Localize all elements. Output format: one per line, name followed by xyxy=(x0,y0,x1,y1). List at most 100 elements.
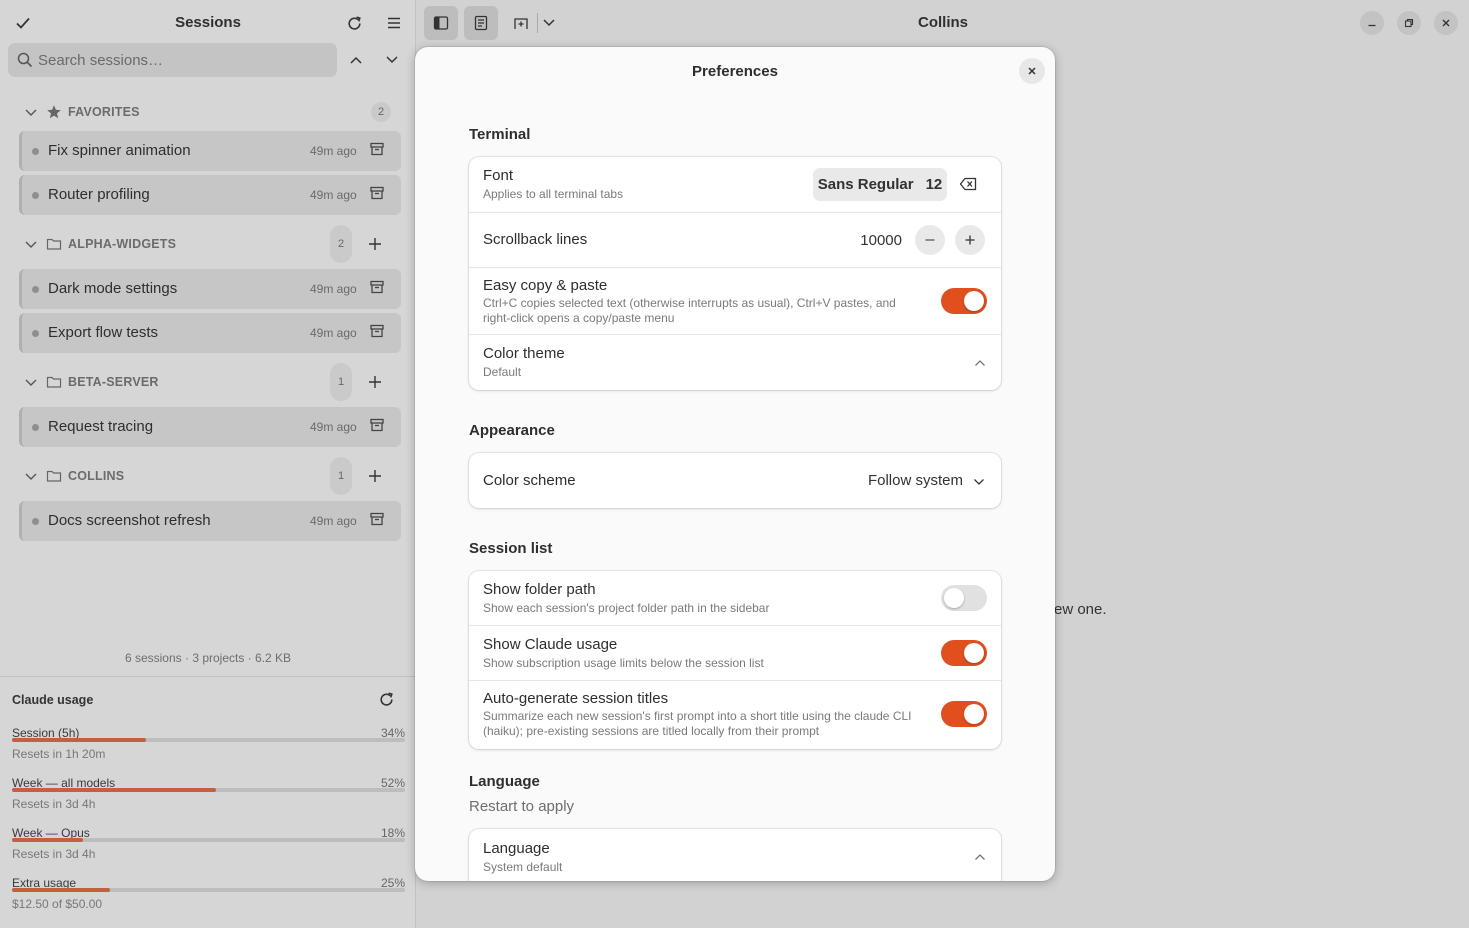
usage-bar-fill xyxy=(12,788,217,792)
usage-bar-fill xyxy=(12,888,111,892)
language-card: Language System default xyxy=(469,829,1001,881)
session-title: Fix spinner animation xyxy=(48,142,191,159)
dialog-title: Preferences xyxy=(692,63,778,80)
group-count-badge: 1 xyxy=(330,457,352,495)
metric-note: Resets in 3d 4h xyxy=(12,847,96,861)
toggle-knob xyxy=(944,588,964,608)
session-title: Export flow tests xyxy=(48,324,159,341)
usage-bar xyxy=(12,838,405,842)
archive-icon[interactable] xyxy=(370,142,384,156)
restore-icon xyxy=(1404,18,1414,28)
session-row[interactable]: Export flow tests 49m ago xyxy=(19,313,401,353)
refresh-button[interactable] xyxy=(340,9,368,37)
usage-title: Claude usage xyxy=(12,693,94,707)
archive-icon[interactable] xyxy=(370,418,384,432)
archive-icon[interactable] xyxy=(370,186,384,200)
group-header-collins[interactable]: COLLINS 1 xyxy=(0,457,416,495)
usage-setting-title: Show Claude usage xyxy=(483,636,618,653)
status-dot xyxy=(32,424,39,431)
usage-metric: Week — all models 52% Resets in 3d 4h xyxy=(12,776,405,820)
toggle-knob xyxy=(964,291,984,311)
usage-bar xyxy=(12,738,405,742)
group-label: FAVORITES xyxy=(68,105,140,119)
search-box xyxy=(8,43,337,77)
empty-state-text: ew one. xyxy=(1054,601,1107,618)
session-time: 49m ago xyxy=(310,420,357,434)
session-row[interactable]: Router profiling 49m ago xyxy=(19,175,401,215)
copy-paste-toggle[interactable] xyxy=(941,288,987,314)
search-input[interactable] xyxy=(38,43,328,77)
claude-usage-row: Show Claude usage Show subscription usag… xyxy=(469,626,1001,681)
previous-match-button[interactable] xyxy=(342,46,370,74)
scheme-title: Color scheme xyxy=(483,472,576,489)
group-header-alpha-widgets[interactable]: ALPHA-WIDGETS 2 xyxy=(0,225,416,263)
window-title: Collins xyxy=(917,14,968,31)
status-dot xyxy=(32,330,39,337)
group-label: BETA-SERVER xyxy=(68,375,159,389)
language-title: Language xyxy=(483,840,550,857)
decrement-button[interactable] xyxy=(915,225,945,255)
group-header-favorites[interactable]: FAVORITES 2 xyxy=(0,97,416,127)
close-window-button[interactable] xyxy=(1434,11,1458,35)
usage-refresh-button[interactable] xyxy=(378,691,395,708)
increment-button[interactable] xyxy=(955,225,985,255)
color-theme-row[interactable]: Color theme Default xyxy=(469,335,1001,390)
maximize-button[interactable] xyxy=(1397,11,1421,35)
auto-title-row: Auto-generate session titles Summarize e… xyxy=(469,681,1001,749)
archive-icon[interactable] xyxy=(370,324,384,338)
session-row[interactable]: Fix spinner animation 49m ago xyxy=(19,131,401,171)
archive-icon[interactable] xyxy=(370,280,384,294)
session-time: 49m ago xyxy=(310,514,357,528)
group-count-badge: 2 xyxy=(330,225,352,263)
usage-bar-fill xyxy=(12,838,83,842)
chevron-down-icon xyxy=(25,241,37,248)
minimize-button[interactable] xyxy=(1360,11,1384,35)
claude-usage-toggle[interactable] xyxy=(941,640,987,666)
metric-note: $12.50 of $50.00 xyxy=(12,897,103,911)
chevron-down-icon xyxy=(974,479,984,485)
auto-title-toggle[interactable] xyxy=(941,701,987,727)
autotitle-title: Auto-generate session titles xyxy=(483,690,669,707)
session-row[interactable]: Docs screenshot refresh 49m ago xyxy=(19,501,401,541)
hamburger-icon xyxy=(388,17,400,29)
folder-path-toggle[interactable] xyxy=(941,585,987,611)
chevron-up-icon xyxy=(975,360,985,366)
archive-icon[interactable] xyxy=(370,512,384,526)
language-subheading: Restart to apply xyxy=(469,798,575,815)
scrollback-row: Scrollback lines 10000 xyxy=(469,213,1001,268)
language-row[interactable]: Language System default xyxy=(469,829,1001,881)
add-session-icon[interactable] xyxy=(367,468,383,484)
usage-metric: Session (5h) 34% Resets in 1h 20m xyxy=(12,726,405,770)
sidebar: Sessions FAVORITES 2 Fix spinner animati… xyxy=(0,0,416,928)
copy-subtitle: Ctrl+C copies selected text (otherwise i… xyxy=(483,296,896,325)
font-row: Font Applies to all terminal tabs Sans R… xyxy=(469,157,1001,213)
font-chooser-button[interactable]: Sans Regular 12 xyxy=(813,168,947,201)
refresh-icon xyxy=(380,692,393,706)
session-time: 49m ago xyxy=(310,188,357,202)
scrollback-value[interactable]: 10000 xyxy=(849,232,902,249)
folder-icon xyxy=(46,376,62,388)
status-dot xyxy=(32,192,39,199)
divider xyxy=(0,676,416,677)
dialog-close-button[interactable] xyxy=(1019,58,1045,84)
next-match-button[interactable] xyxy=(378,46,406,74)
session-stats: 6 sessions · 3 projects · 6.2 KB xyxy=(124,651,292,665)
add-session-icon[interactable] xyxy=(367,236,383,252)
close-icon xyxy=(1442,19,1450,27)
menu-button[interactable] xyxy=(380,9,408,37)
session-row[interactable]: Dark mode settings 49m ago xyxy=(19,269,401,309)
reset-font-button[interactable] xyxy=(959,177,977,191)
chevron-up-icon xyxy=(350,56,362,64)
group-header-beta-server[interactable]: BETA-SERVER 1 xyxy=(0,363,416,401)
minus-icon xyxy=(925,239,935,241)
terminal-card: Font Applies to all terminal tabs Sans R… xyxy=(469,157,1001,390)
chevron-down-icon xyxy=(25,473,37,480)
section-heading-session-list: Session list xyxy=(469,540,553,557)
color-scheme-row[interactable]: Color scheme Follow system xyxy=(469,453,1001,508)
add-session-icon[interactable] xyxy=(367,374,383,390)
scheme-value[interactable]: Follow system xyxy=(789,472,963,489)
autotitle-subtitle: Summarize each new session's first promp… xyxy=(483,709,912,738)
toggle-knob xyxy=(964,704,984,724)
session-row[interactable]: Request tracing 49m ago xyxy=(19,407,401,447)
status-dot xyxy=(32,518,39,525)
